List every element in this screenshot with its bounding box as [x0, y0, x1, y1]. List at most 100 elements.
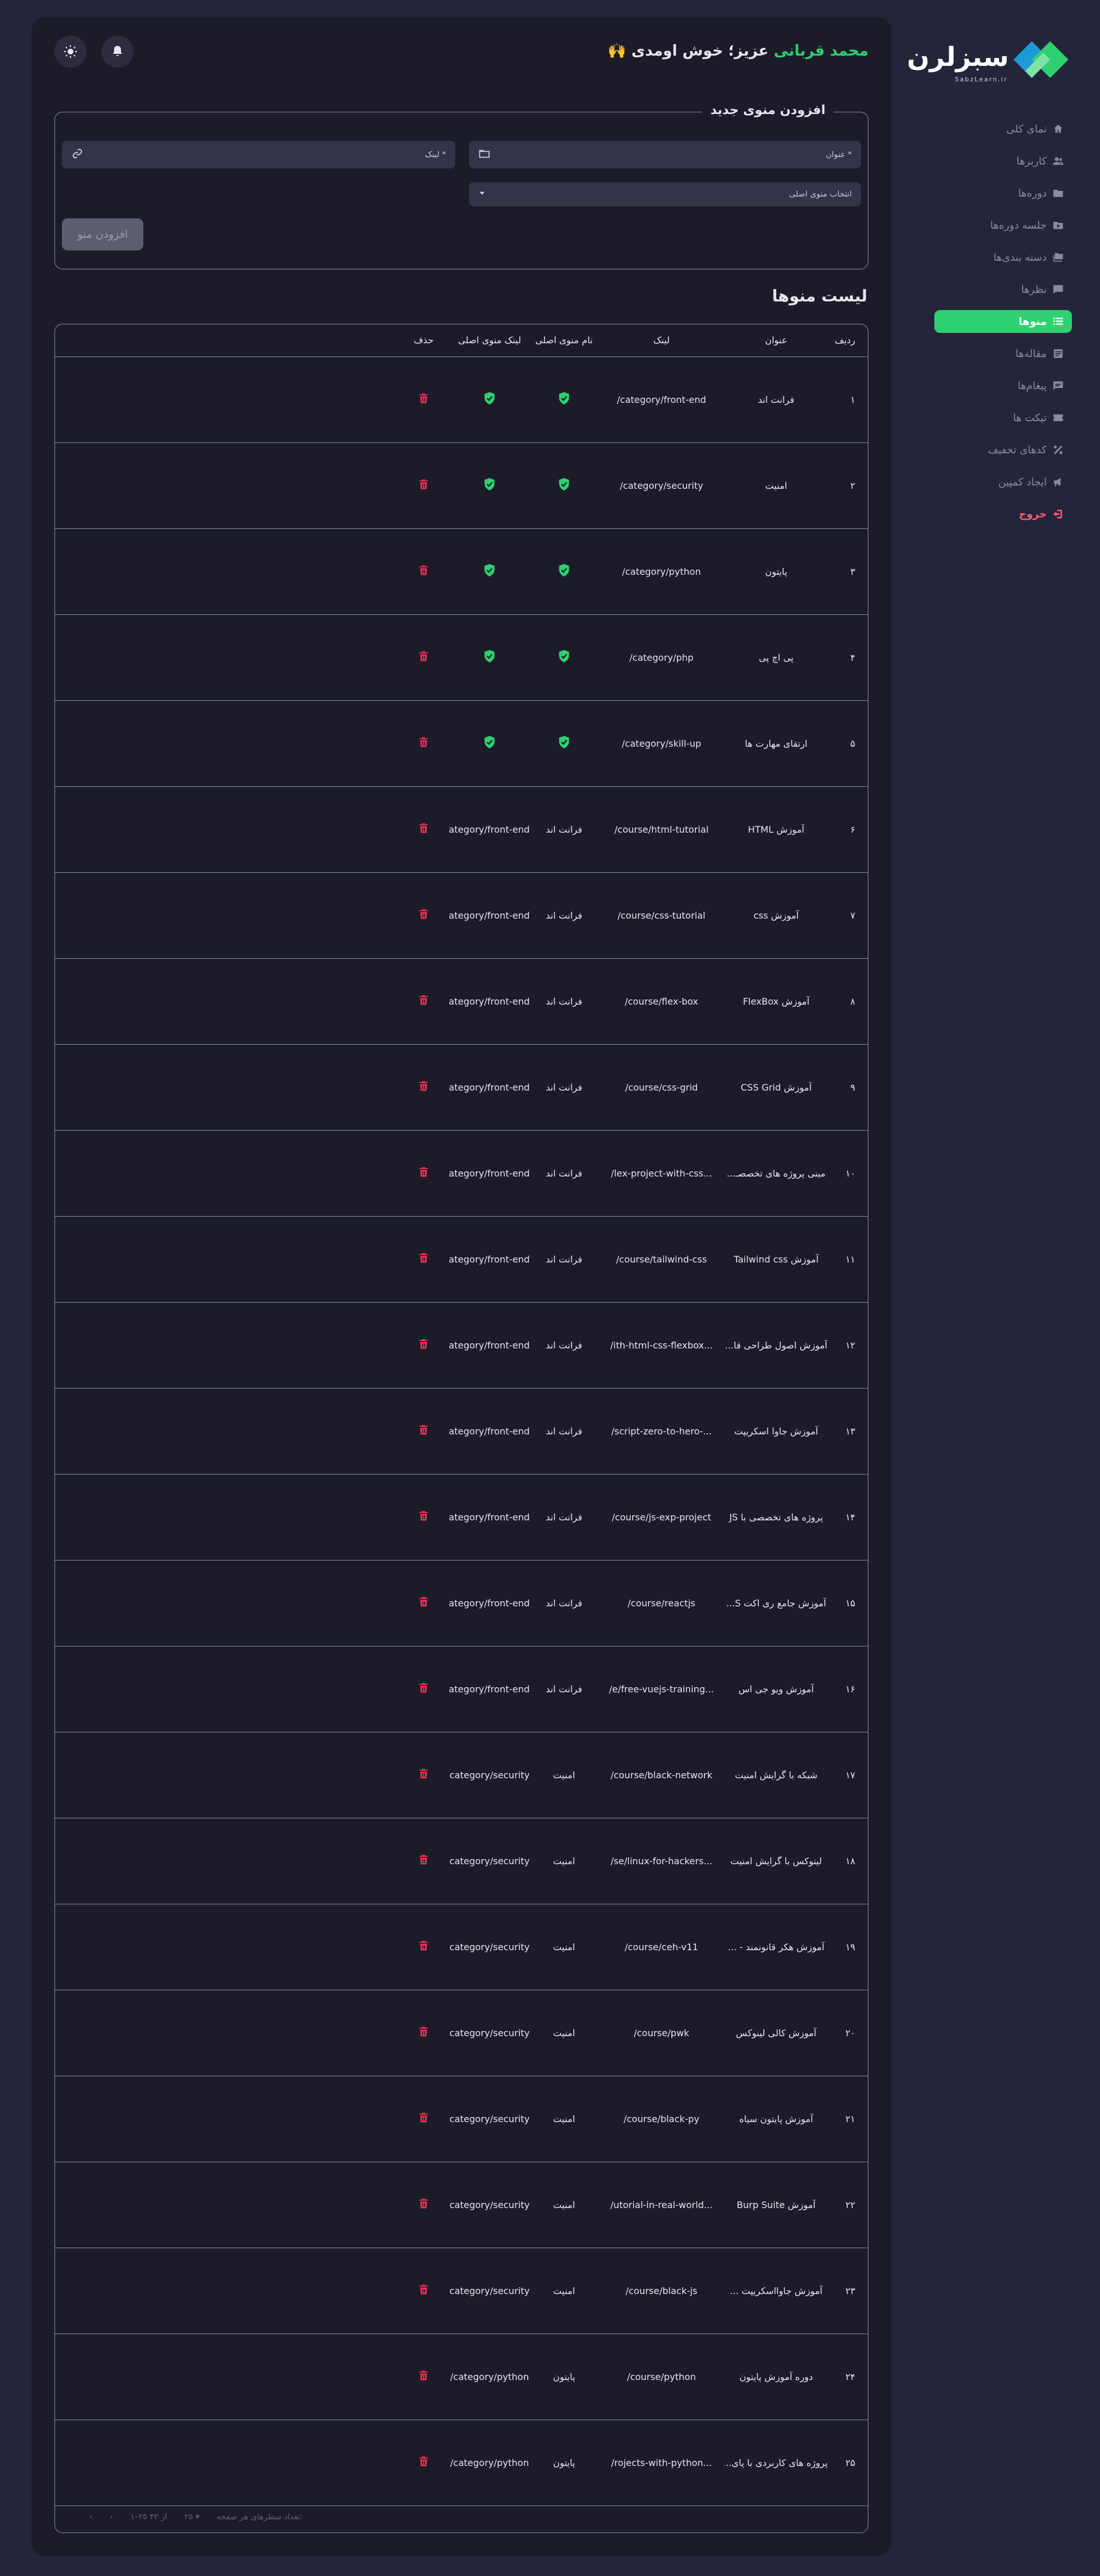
sidebar-item-label: نظرها	[1021, 283, 1047, 296]
trash-icon[interactable]	[418, 1167, 429, 1181]
cell-spacer	[55, 1560, 398, 1646]
cell-parent-link	[449, 614, 530, 701]
trash-icon[interactable]	[418, 393, 429, 407]
trash-icon[interactable]	[418, 1940, 429, 1954]
folder-icon	[1052, 187, 1064, 199]
trash-icon[interactable]	[418, 1339, 429, 1352]
cell-delete	[398, 1474, 449, 1561]
column-header-link[interactable]: لینک	[598, 324, 725, 357]
trash-icon[interactable]	[418, 995, 429, 1009]
cell-link: ...rojects-with-python/	[598, 2420, 725, 2506]
trash-icon[interactable]	[418, 2112, 429, 2126]
cell-delete	[398, 614, 449, 701]
table-row: ۲۲ آموزش Burp Suite ...utorial-in-real-wor…	[55, 2162, 868, 2248]
trash-icon[interactable]	[418, 1683, 429, 1696]
column-header-parent-link[interactable]: لینک منوی اصلی	[449, 324, 530, 357]
table-row: ۱۴ پروژه های تخصصی با JS course/js-exp-pro…	[55, 1474, 868, 1561]
trash-icon[interactable]	[418, 737, 429, 751]
trash-icon[interactable]	[418, 2284, 429, 2298]
sidebar-item-comments[interactable]: نظرها	[934, 278, 1072, 301]
cell-delete	[398, 1216, 449, 1303]
logout-button[interactable]: خروج	[934, 503, 1072, 526]
trash-icon[interactable]	[418, 1253, 429, 1267]
cell-link: course/css-grid/	[598, 1044, 725, 1131]
sidebar-item-tickets[interactable]: تیکت ها	[934, 406, 1072, 429]
cell-index: ۳	[828, 528, 868, 615]
cell-parent-link: category/security/	[449, 1904, 530, 1990]
trash-icon[interactable]	[418, 2456, 429, 2470]
cell-spacer	[55, 614, 398, 701]
column-header-index[interactable]: ردیف	[828, 324, 868, 357]
cell-link: course/black-js/	[598, 2248, 725, 2334]
rows-per-page-select[interactable]: ۲۵ ▾	[184, 2512, 199, 2522]
parent-menu-select[interactable]: انتخاب منوی اصلی	[469, 182, 861, 206]
cell-parent-name	[530, 442, 598, 529]
sidebar-item-discounts[interactable]: کدهای تخفیف	[934, 438, 1072, 461]
cell-parent-link: category/security/	[449, 2162, 530, 2248]
cell-title: آموزش کالی لینوکس	[725, 1990, 828, 2076]
sidebar-item-messages[interactable]: پیغام‌ها	[934, 374, 1072, 397]
sidebar-item-articles[interactable]: مقاله‌ها	[934, 342, 1072, 365]
trash-icon[interactable]	[418, 909, 429, 923]
trash-icon[interactable]	[418, 823, 429, 837]
trash-icon[interactable]	[418, 1511, 429, 1524]
cell-parent-name: فرانت اند	[530, 1646, 598, 1732]
trash-icon[interactable]	[418, 2370, 429, 2384]
megaphone-icon	[1052, 476, 1064, 488]
column-header-delete[interactable]: حذف	[398, 324, 449, 357]
column-header-parent-name[interactable]: نام منوی اصلی	[530, 324, 598, 357]
notifications-button[interactable]	[101, 36, 134, 68]
trash-icon[interactable]	[418, 1769, 429, 1782]
cell-spacer	[55, 1130, 398, 1217]
sidebar-item-campaign[interactable]: ایجاد کمپین	[934, 470, 1072, 493]
cell-parent-link: category/front-end/	[449, 786, 530, 873]
comment-icon	[1052, 284, 1064, 295]
menu-data-table: ردیف عنوان لینک نام منوی اصلی لینک منوی …	[55, 324, 868, 2506]
trash-icon[interactable]	[418, 651, 429, 665]
sidebar-item-menus[interactable]: منوها	[934, 310, 1072, 333]
cell-link: course/html-tutorial/	[598, 786, 725, 873]
home-icon	[1052, 123, 1064, 135]
cell-link: course/black-py/	[598, 2076, 725, 2162]
trash-icon[interactable]	[418, 479, 429, 493]
article-icon	[1052, 348, 1064, 359]
sidebar-item-sessions[interactable]: جلسه دوره‌ها	[934, 214, 1072, 237]
cell-index: ۱۱	[828, 1216, 868, 1303]
sidebar-item-overview[interactable]: نمای کلی	[934, 117, 1072, 140]
table-row: ۱۹ آموزش هکر قانونمند - ... course/ceh-v11…	[55, 1904, 868, 1990]
cell-title: آموزش FlexBox	[725, 958, 828, 1045]
title-input[interactable]: عنوان *	[469, 141, 861, 168]
logo[interactable]: سبزلرن SabzLearn.ir	[907, 23, 1072, 83]
add-menu-button[interactable]: افزودن منو	[62, 218, 143, 250]
column-header-title[interactable]: عنوان	[725, 324, 828, 357]
table-row: ۲۴ دوره آموزش پایتون course/python/پایتون c…	[55, 2334, 868, 2420]
cell-delete	[398, 2334, 449, 2420]
sidebar-item-courses[interactable]: دوره‌ها	[934, 182, 1072, 205]
link-input[interactable]: لینک *	[62, 141, 455, 168]
sidebar-item-users[interactable]: کاربرها	[934, 150, 1072, 172]
trash-icon[interactable]	[418, 2198, 429, 2212]
theme-toggle-button[interactable]	[54, 36, 87, 68]
trash-icon[interactable]	[418, 1854, 429, 1868]
cell-link: course/reactjs/	[598, 1560, 725, 1646]
cell-spacer	[55, 1818, 398, 1904]
add-menu-title: افزودن منوی جدید	[702, 103, 833, 117]
cell-index: ۱۵	[828, 1560, 868, 1646]
trash-icon[interactable]	[418, 2026, 429, 2040]
cell-link: course/python/	[598, 2334, 725, 2420]
cell-link: course/tailwind-css/	[598, 1216, 725, 1303]
chevron-right-icon[interactable]: ›	[110, 2512, 113, 2522]
cell-delete	[398, 786, 449, 873]
chevron-left-icon[interactable]: ‹	[89, 2512, 93, 2522]
cell-parent-name	[530, 356, 598, 443]
cell-parent-link: category/security/	[449, 2076, 530, 2162]
trash-icon[interactable]	[418, 1081, 429, 1095]
cell-spacer	[55, 1044, 398, 1131]
sidebar-item-categories[interactable]: دسته بندی‌ها	[934, 246, 1072, 269]
shield-check-icon	[557, 564, 571, 580]
trash-icon[interactable]	[418, 1597, 429, 1610]
cell-parent-name: پایتون	[530, 2334, 598, 2420]
trash-icon[interactable]	[418, 565, 429, 579]
trash-icon[interactable]	[418, 1425, 429, 1438]
cell-parent-link: category/front-end/	[449, 1216, 530, 1303]
